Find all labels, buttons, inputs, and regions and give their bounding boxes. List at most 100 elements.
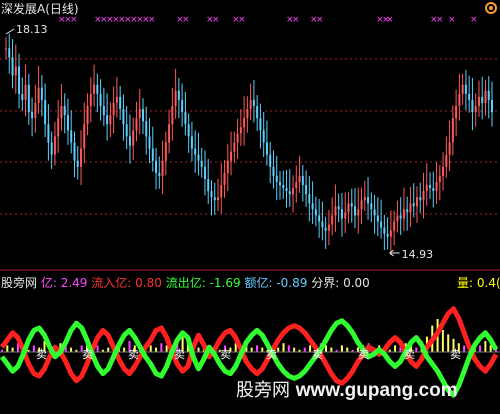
sell-label: 卖 xyxy=(266,348,277,361)
candle-body xyxy=(57,118,60,137)
candle-body xyxy=(409,203,412,213)
candle-body xyxy=(272,166,275,176)
candle-body xyxy=(288,191,291,195)
candle-body xyxy=(190,136,193,149)
candle-body xyxy=(141,109,144,122)
candle-body xyxy=(187,124,190,137)
candle-body xyxy=(18,66,21,94)
candle-body xyxy=(295,182,298,189)
candle-body xyxy=(311,203,314,210)
volume-bar xyxy=(255,345,258,352)
candle-body xyxy=(243,118,246,128)
candle-body xyxy=(203,166,206,179)
sell-label: 卖 xyxy=(82,348,93,361)
candle-body xyxy=(468,93,471,100)
candle-body xyxy=(112,102,115,116)
candle-body xyxy=(396,215,399,222)
candle-body xyxy=(24,84,27,100)
candle-body xyxy=(389,230,392,237)
high-arrow xyxy=(5,28,15,35)
candle-body xyxy=(132,130,135,146)
volume-bar xyxy=(309,345,312,352)
stock-name: 深发展A xyxy=(1,2,46,16)
candle-body xyxy=(487,90,490,100)
candle-body xyxy=(370,203,373,210)
candle-body xyxy=(285,188,288,192)
candle-body xyxy=(174,90,177,106)
indicator-header: 股旁网 亿: 2.49 流入亿: 0.80 流出亿: -1.69 额亿: -0.… xyxy=(1,276,370,290)
volume-bar xyxy=(123,347,126,352)
field-boundary: 分界: 0.00 xyxy=(311,276,370,290)
candle-body xyxy=(357,209,360,216)
candle-body xyxy=(145,121,148,137)
volume-bar xyxy=(11,347,14,352)
field-outflow: 流出亿: -1.69 xyxy=(165,276,241,290)
candle-body xyxy=(340,209,343,219)
candle-body xyxy=(217,197,220,201)
candle-body xyxy=(477,96,480,106)
chart-canvas: ××× ×××××××××× ×× ×× ×× ×× ×× ××× ×× × ×18.1314.93… xyxy=(0,15,500,398)
volume-bar xyxy=(287,345,290,352)
candle-body xyxy=(93,84,96,94)
candle-body xyxy=(445,154,448,167)
field-inflow: 流入亿: 0.80 xyxy=(91,276,162,290)
field-amount: 额亿: -0.89 xyxy=(244,276,308,290)
sell-label: 卖 xyxy=(128,348,139,361)
candle-body xyxy=(239,127,242,134)
candle-body xyxy=(262,130,265,143)
candle-body xyxy=(455,106,458,119)
candle-body xyxy=(197,154,200,161)
candle-body xyxy=(102,106,105,116)
volume-bar xyxy=(346,347,349,352)
signal-marker: × xyxy=(292,15,300,25)
candle-body xyxy=(464,84,467,94)
candle-body xyxy=(386,233,389,237)
signal-marker: × xyxy=(148,15,156,25)
candle-body xyxy=(70,130,73,143)
candle-body xyxy=(31,112,34,119)
candle-body xyxy=(471,99,474,113)
volume-bar xyxy=(155,347,158,352)
candle-body xyxy=(53,136,56,155)
candle-body xyxy=(393,221,396,231)
candle-body xyxy=(83,124,86,149)
candle-body xyxy=(327,224,330,231)
candle-body xyxy=(8,48,11,58)
candle-body xyxy=(363,197,366,201)
candle-body xyxy=(109,115,112,125)
high-price-label: 18.13 xyxy=(16,23,48,36)
candle-body xyxy=(265,142,268,155)
candle-body xyxy=(259,118,262,131)
candle-body xyxy=(50,142,53,155)
candle-body xyxy=(21,93,24,100)
gear-icon[interactable] xyxy=(484,1,498,15)
volume-bar xyxy=(32,345,35,352)
candle-body xyxy=(301,175,304,186)
candle-body xyxy=(461,84,464,94)
candle-body xyxy=(344,212,347,219)
candle-body xyxy=(380,221,383,228)
candle-body xyxy=(474,106,477,113)
low-price-label: 14.93 xyxy=(402,248,434,261)
candle-body xyxy=(425,185,428,192)
candle-body xyxy=(305,185,308,195)
candle-body xyxy=(451,118,454,143)
candle-body xyxy=(11,57,14,76)
candle-body xyxy=(376,215,379,222)
candle-body xyxy=(415,197,418,207)
candle-body xyxy=(89,93,92,106)
candle-body xyxy=(37,87,40,103)
candle-body xyxy=(210,191,213,198)
candle-body xyxy=(406,209,409,213)
candle-body xyxy=(60,106,63,119)
signal-marker: × xyxy=(182,15,190,25)
candle-body xyxy=(334,206,337,216)
sell-label: 卖 xyxy=(450,348,461,361)
candle-body xyxy=(252,99,255,106)
volume-bar xyxy=(160,343,163,352)
indicator-name: 股旁网 xyxy=(1,276,38,290)
candle-body xyxy=(448,142,451,155)
candle-body xyxy=(151,148,154,161)
candle-body xyxy=(86,106,89,125)
candle-body xyxy=(76,160,79,167)
